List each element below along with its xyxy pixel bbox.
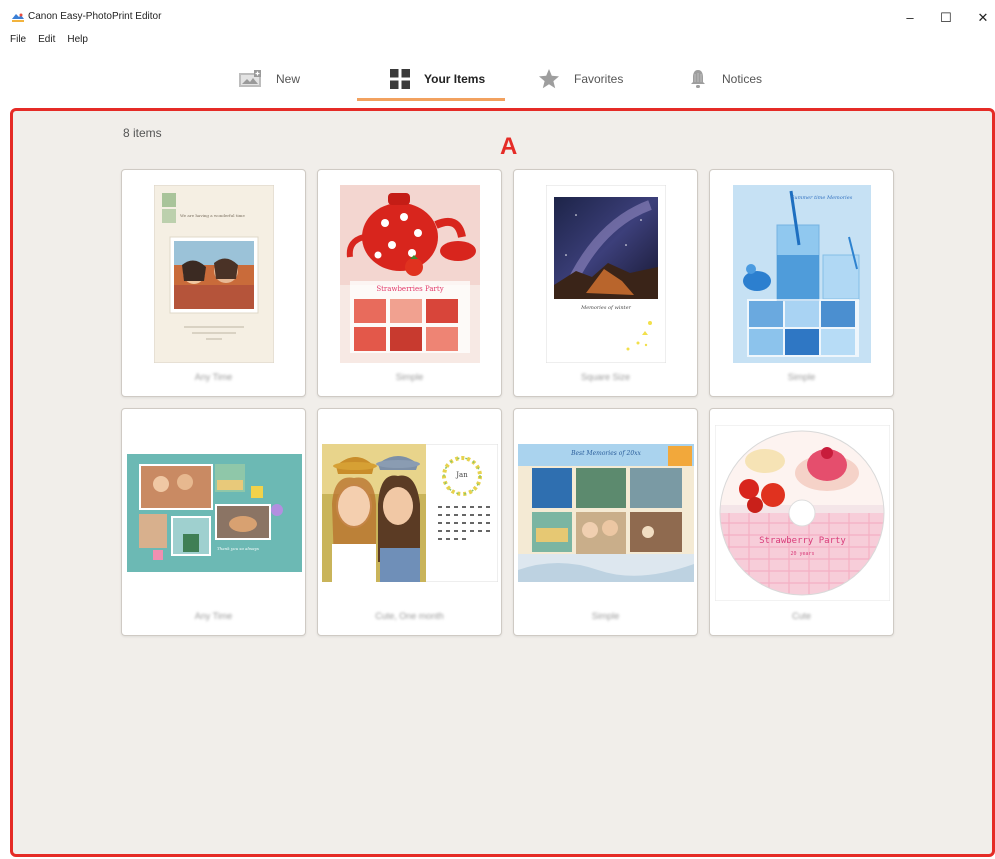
item-count: 8 items	[123, 126, 162, 140]
thumbnail-subtext: 20 years	[790, 551, 815, 557]
item-card[interactable]: Thank you so always Any Time	[121, 408, 306, 636]
bell-icon	[688, 69, 708, 89]
item-name: Cute, One month	[375, 611, 444, 621]
item-name: Square Size	[580, 372, 631, 382]
thumbnail-text: We are having a wonderful time	[180, 213, 245, 218]
item-thumbnail: Strawberries Party	[340, 185, 480, 363]
window-title: Canon Easy-PhotoPrint Editor	[28, 11, 162, 22]
tab-favorites-label: Favorites	[574, 72, 624, 86]
thumbnail-text: Summer time Memories	[791, 195, 853, 201]
new-image-icon	[238, 70, 262, 88]
tab-new[interactable]: New	[238, 56, 300, 102]
thumbnail-text: Strawberries Party	[376, 285, 444, 293]
thumbnail-text: Memories of winter	[581, 305, 631, 311]
main-tabs: New Your Items Favorites Notices	[0, 56, 995, 102]
close-button[interactable]: ✕	[973, 8, 993, 28]
tab-your-items-label: Your Items	[424, 72, 486, 86]
item-card[interactable]: Best Memories of 20xx Simple	[513, 408, 698, 636]
tab-notices-label: Notices	[722, 72, 763, 86]
maximize-button[interactable]: ☐	[936, 8, 956, 28]
item-name: Any Time	[194, 611, 233, 621]
item-name: Any Time	[194, 372, 233, 382]
thumbnail-text: Jan	[456, 471, 468, 479]
item-thumbnail: We are having a wonderful time	[154, 185, 274, 363]
item-card[interactable]: Memories of winter Square Size	[513, 169, 698, 397]
item-card[interactable]: Jan Cute, One month	[317, 408, 502, 636]
item-card[interactable]: Summer time Memories Simple	[709, 169, 894, 397]
tab-notices[interactable]: Notices	[688, 56, 762, 102]
item-name: Cute	[791, 611, 811, 621]
item-card[interactable]: Strawberries Party Simple	[317, 169, 502, 397]
items-panel: 8 items A We are having a wonderful time…	[10, 108, 995, 857]
callout-label-a: A	[500, 133, 518, 160]
menu-bar: File Edit Help	[10, 34, 88, 48]
title-bar: Canon Easy-PhotoPrint Editor – ☐ ✕	[0, 0, 995, 34]
menu-help[interactable]: Help	[67, 34, 88, 48]
item-thumbnail: Memories of winter	[546, 185, 666, 363]
grid-icon	[390, 69, 410, 89]
tab-favorites[interactable]: Favorites	[538, 56, 623, 102]
thumbnail-text: Best Memories of 20xx	[571, 450, 641, 457]
item-card[interactable]: Strawberry Party 20 years Cute	[709, 408, 894, 636]
thumbnail-text: Strawberry Party	[759, 536, 846, 546]
star-icon	[538, 69, 560, 89]
selected-tab-indicator	[357, 98, 505, 101]
item-name: Simple	[787, 372, 816, 382]
item-card[interactable]: We are having a wonderful time Any Time	[121, 169, 306, 397]
tab-your-items[interactable]: Your Items	[390, 56, 485, 102]
item-thumbnail: Summer time Memories	[733, 185, 871, 363]
minimize-button[interactable]: –	[900, 8, 920, 28]
item-thumbnail: Jan	[322, 444, 498, 582]
tab-new-label: New	[276, 72, 301, 86]
app-logo-icon	[12, 13, 24, 22]
thumbnail-text: Thank you so always	[217, 546, 259, 551]
item-name: Simple	[591, 611, 620, 621]
item-thumbnail: Strawberry Party 20 years	[715, 425, 890, 601]
menu-file[interactable]: File	[10, 34, 26, 48]
items-grid: We are having a wonderful time Any Time	[121, 169, 894, 636]
item-thumbnail: Thank you so always	[127, 454, 302, 572]
item-name: Simple	[395, 372, 424, 382]
menu-edit[interactable]: Edit	[38, 34, 55, 48]
item-thumbnail: Best Memories of 20xx	[518, 444, 694, 582]
